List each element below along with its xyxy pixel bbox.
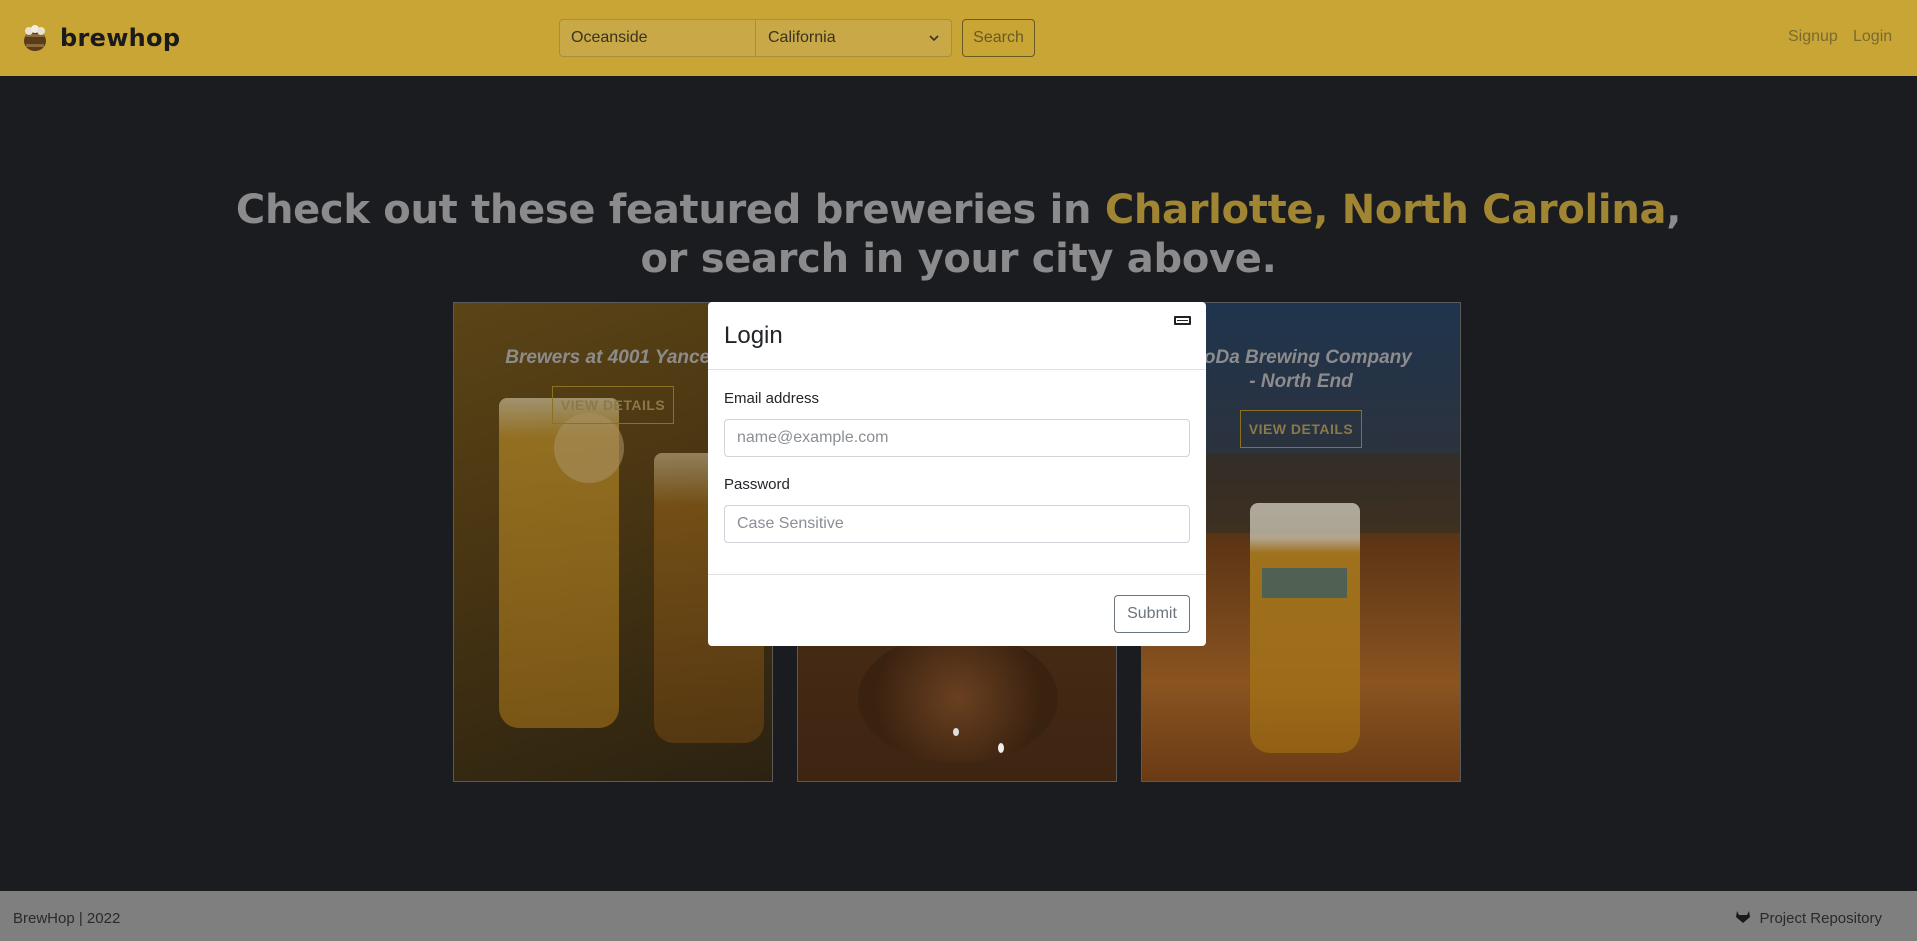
signup-link[interactable]: Signup bbox=[1788, 28, 1838, 46]
view-details-button[interactable]: VIEW DETAILS bbox=[552, 386, 674, 424]
modal-header: Login bbox=[708, 302, 1206, 370]
navbar: brewhop California Search Signup Login bbox=[0, 0, 1917, 76]
modal-footer: Submit bbox=[708, 574, 1206, 646]
view-details-button[interactable]: VIEW DETAILS bbox=[1240, 410, 1362, 448]
chevron-down-icon bbox=[929, 29, 939, 47]
email-field[interactable] bbox=[724, 419, 1190, 457]
hero-suffix: , bbox=[1666, 187, 1682, 233]
beer-keg-logo-icon bbox=[20, 24, 50, 52]
submit-button[interactable]: Submit bbox=[1114, 595, 1190, 633]
password-field[interactable] bbox=[724, 505, 1190, 543]
gitlab-icon bbox=[1735, 909, 1751, 928]
hero-line2: or search in your city above. bbox=[640, 236, 1277, 282]
password-label: Password bbox=[724, 476, 790, 493]
project-repository-label: Project Repository bbox=[1759, 910, 1882, 927]
hero-prefix: Check out these featured breweries in bbox=[235, 187, 1105, 233]
hero-location: Charlotte, North Carolina bbox=[1104, 187, 1667, 233]
footer-copyright: BrewHop | 2022 bbox=[13, 910, 121, 927]
footer: BrewHop | 2022 Project Repository bbox=[0, 891, 1917, 941]
city-input[interactable] bbox=[559, 19, 756, 57]
login-link[interactable]: Login bbox=[1853, 28, 1892, 46]
search-group: California bbox=[559, 19, 952, 57]
email-label: Email address bbox=[724, 390, 820, 407]
brand-link[interactable]: brewhop bbox=[20, 18, 180, 58]
search-button[interactable]: Search bbox=[962, 19, 1035, 57]
minimize-icon[interactable] bbox=[1174, 316, 1191, 325]
modal-title: Login bbox=[724, 322, 783, 349]
state-select-value: California bbox=[768, 29, 836, 46]
login-modal: Login Email address Password Submit bbox=[708, 302, 1206, 646]
state-select[interactable]: California bbox=[756, 19, 952, 57]
project-repository-link[interactable]: Project Repository bbox=[1735, 909, 1882, 928]
brand-name: brewhop bbox=[60, 24, 181, 52]
hero-heading: Check out these featured breweries in Ch… bbox=[0, 186, 1917, 284]
